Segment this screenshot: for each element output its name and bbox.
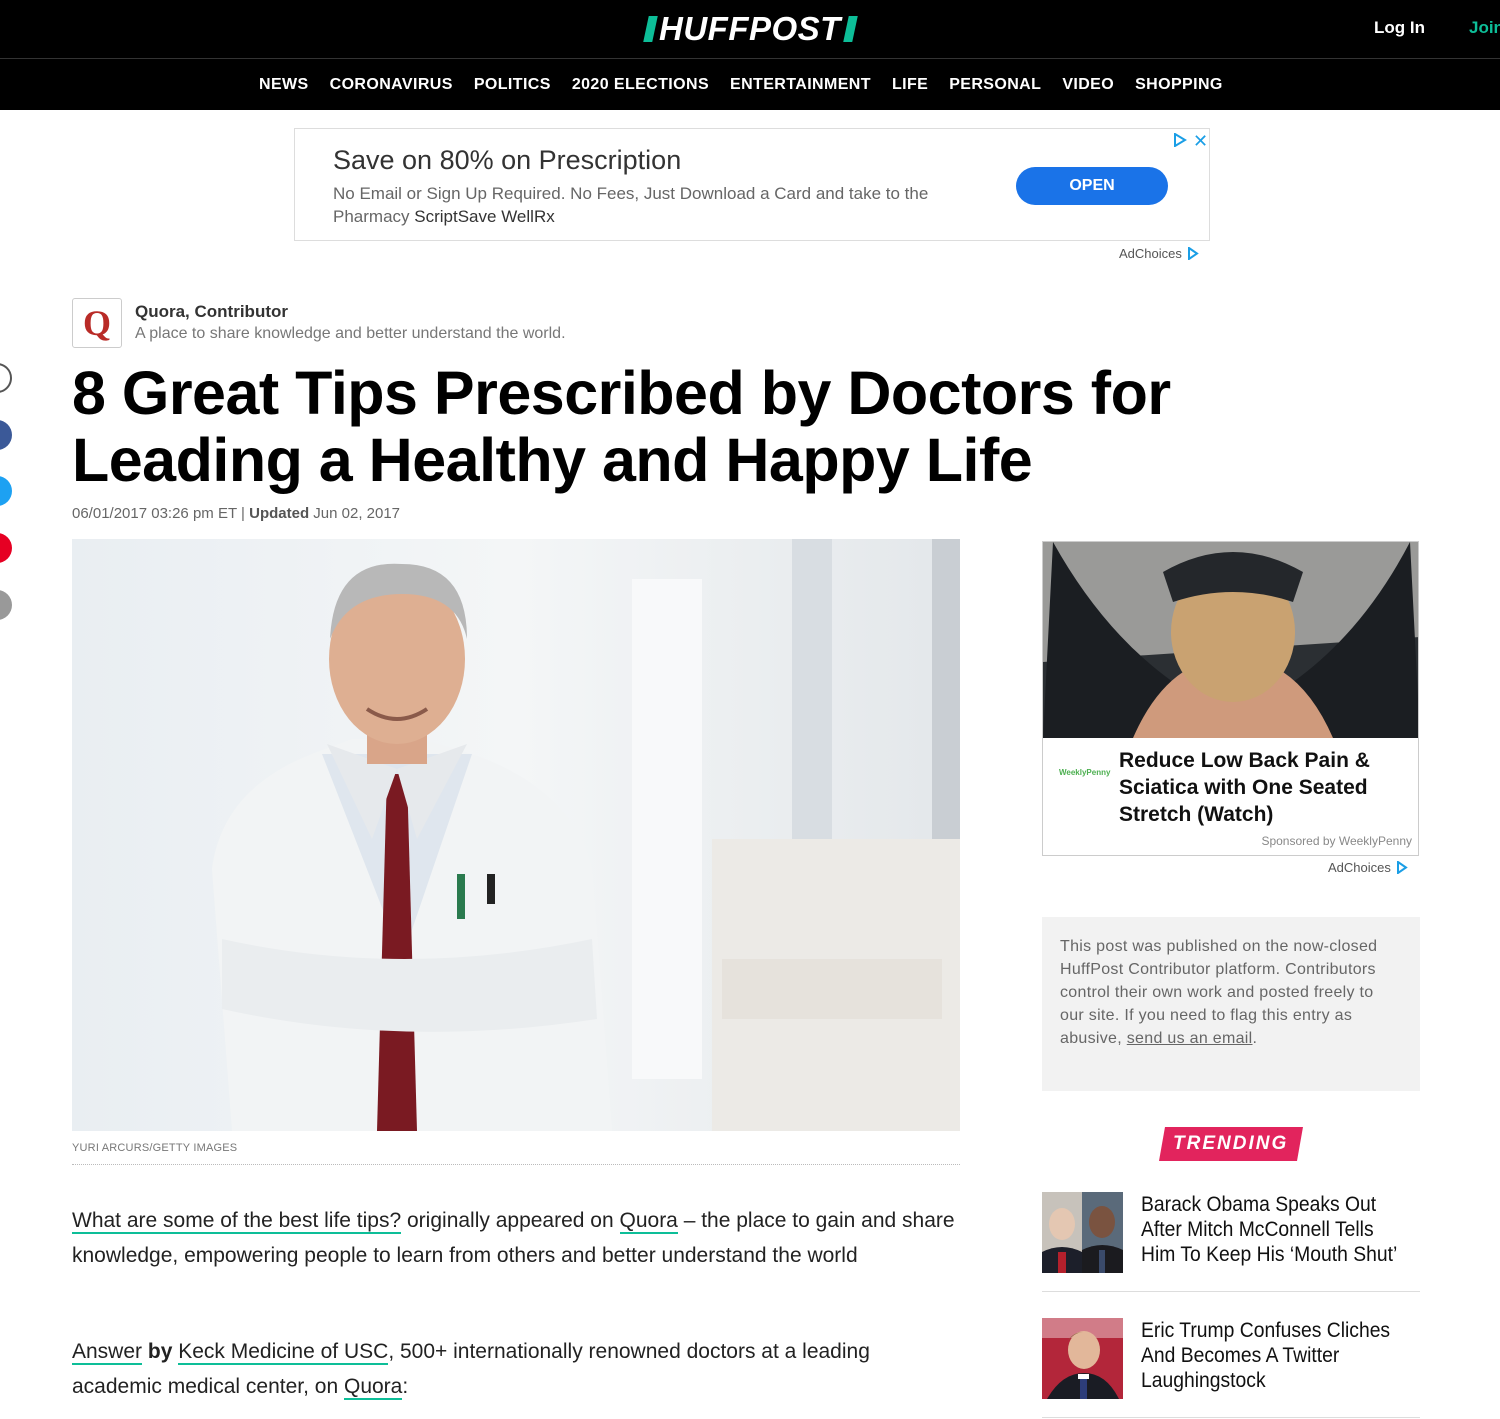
share-icon[interactable] — [0, 363, 12, 393]
huffpost-logo[interactable]: HUFFPOST — [643, 10, 858, 48]
question-link[interactable]: What are some of the best life tips? — [72, 1209, 402, 1234]
article-dateline: 06/01/2017 03:26 pm ET | Updated Jun 02,… — [72, 505, 400, 522]
trending-label: TRENDING — [1173, 1133, 1289, 1154]
adchoices-label-2: AdChoices — [1328, 860, 1391, 875]
adchoices-label: AdChoices — [1119, 246, 1182, 261]
trending-badge: TRENDING — [1159, 1127, 1303, 1161]
section-nav-list: NEWS CORONAVIRUS POLITICS 2020 ELECTIONS… — [259, 76, 1223, 94]
nav-item-news[interactable]: NEWS — [259, 76, 309, 94]
nav-item-2020-elections[interactable]: 2020 ELECTIONS — [572, 76, 709, 94]
ad-description: No Email or Sign Up Required. No Fees, J… — [333, 182, 973, 228]
logo-text: HUFFPOST — [659, 10, 841, 47]
hero-image — [72, 539, 960, 1131]
article-paragraph-2: Answer by Keck Medicine of USC, 500+ int… — [72, 1334, 962, 1404]
sidebar-ad[interactable]: WeeklyPenny Reduce Low Back Pain & Sciat… — [1042, 541, 1419, 856]
login-link[interactable]: Log In — [1374, 18, 1425, 38]
nav-item-coronavirus[interactable]: CORONAVIRUS — [330, 76, 453, 94]
close-icon[interactable]: ✕ — [1193, 131, 1208, 152]
facebook-icon[interactable] — [0, 420, 12, 450]
send-email-link[interactable]: send us an email — [1127, 1030, 1253, 1047]
email-icon[interactable] — [0, 590, 12, 620]
section-nav: NEWS CORONAVIRUS POLITICS 2020 ELECTIONS… — [0, 58, 1500, 110]
adchoices-play-icon[interactable] — [1173, 132, 1187, 152]
contributor-description: A place to share knowledge and better un… — [135, 325, 566, 342]
image-credit: YURI ARCURS/GETTY IMAGES — [72, 1142, 238, 1154]
p1-text-1: originally appeared on — [401, 1209, 620, 1232]
answer-link[interactable]: Answer — [72, 1340, 143, 1365]
sidebar-ad-title[interactable]: Reduce Low Back Pain & Sciatica with One… — [1119, 747, 1409, 828]
article-paragraph-1: What are some of the best life tips? ori… — [72, 1203, 962, 1273]
trending-item[interactable]: Eric Trump Confuses Cliches And Becomes … — [1042, 1318, 1420, 1418]
top-bar: HUFFPOST Log In Join — [0, 0, 1500, 58]
contributor-notice: This post was published on the now-close… — [1042, 917, 1420, 1091]
quora-link[interactable]: Quora — [619, 1209, 678, 1234]
join-link[interactable]: Join — [1469, 18, 1500, 38]
ad-brand: ScriptSave WellRx — [414, 207, 555, 226]
notice-end: . — [1252, 1030, 1258, 1047]
nav-item-politics[interactable]: POLITICS — [474, 76, 551, 94]
logo-bar-right — [843, 16, 858, 42]
weeklypenny-logo: WeeklyPenny — [1059, 768, 1111, 777]
article-headline: 8 Great Tips Prescribed by Doctors for L… — [72, 359, 1171, 494]
nav-item-entertainment[interactable]: ENTERTAINMENT — [730, 76, 871, 94]
quora-link-2[interactable]: Quora — [343, 1375, 403, 1400]
pinterest-icon[interactable] — [0, 533, 12, 563]
adchoices-icon — [1187, 247, 1199, 260]
ad-open-button[interactable]: OPEN — [1016, 167, 1168, 205]
credit-divider — [72, 1164, 960, 1165]
updated-date: Jun 02, 2017 — [313, 505, 401, 522]
p2-text-2: : — [402, 1375, 409, 1398]
contributor-name[interactable]: Quora, Contributor — [135, 302, 288, 322]
adchoices-link-2[interactable]: AdChoices — [1328, 860, 1408, 875]
ad-title[interactable]: Save on 80% on Prescription — [333, 145, 681, 176]
updated-label: Updated — [249, 505, 310, 522]
quora-logo-icon[interactable]: Q — [72, 298, 122, 348]
nav-item-life[interactable]: LIFE — [892, 76, 928, 94]
date-separator: | — [241, 505, 245, 522]
adchoices-icon-2 — [1396, 861, 1408, 874]
trending-title[interactable]: Barack Obama Speaks Out After Mitch McCo… — [1141, 1192, 1399, 1267]
nav-item-video[interactable]: VIDEO — [1062, 76, 1114, 94]
nav-item-shopping[interactable]: SHOPPING — [1135, 76, 1223, 94]
trending-title[interactable]: Eric Trump Confuses Cliches And Becomes … — [1141, 1318, 1399, 1393]
notice-paragraph: This post was published on the now-close… — [1060, 935, 1402, 1050]
sidebar-ad-image[interactable] — [1043, 542, 1418, 738]
adchoices-link[interactable]: AdChoices — [1119, 246, 1199, 261]
trending-item[interactable]: Barack Obama Speaks Out After Mitch McCo… — [1042, 1192, 1420, 1292]
nav-item-personal[interactable]: PERSONAL — [949, 76, 1041, 94]
trending-thumbnail[interactable] — [1042, 1318, 1123, 1399]
top-banner-ad[interactable]: Save on 80% on Prescription No Email or … — [294, 128, 1210, 241]
logo-bar-left — [643, 16, 658, 42]
keck-medicine-link[interactable]: Keck Medicine of USC — [178, 1340, 389, 1365]
published-date: 06/01/2017 03:26 pm ET — [72, 505, 237, 522]
twitter-icon[interactable] — [0, 476, 12, 506]
p2-by: by — [142, 1340, 179, 1363]
trending-thumbnail[interactable] — [1042, 1192, 1123, 1273]
sidebar-ad-sponsor: Sponsored by WeeklyPenny — [1261, 834, 1412, 848]
